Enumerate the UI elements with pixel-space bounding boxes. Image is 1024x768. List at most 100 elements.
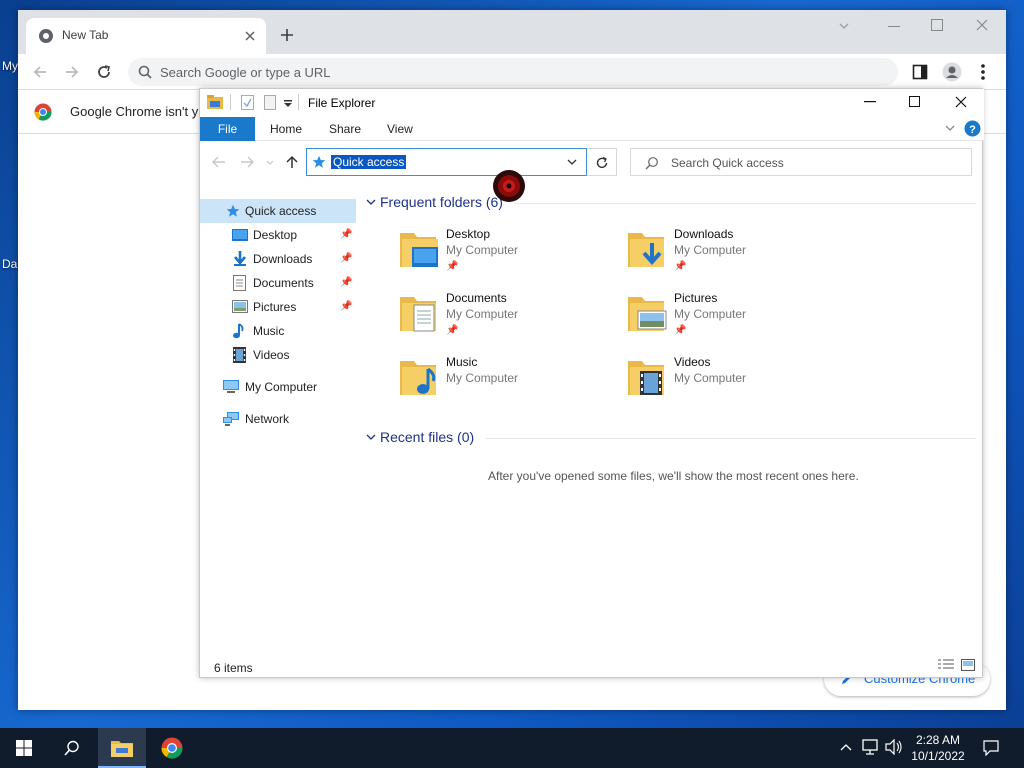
start-button[interactable] <box>0 728 48 768</box>
large-icons-view-icon[interactable] <box>961 659 975 671</box>
star-icon <box>226 204 240 217</box>
reload-icon[interactable] <box>96 64 112 80</box>
pictures-icon <box>232 300 248 313</box>
omnibox[interactable]: Search Google or type a URL <box>128 58 898 86</box>
system-clock[interactable]: 2:28 AM 10/1/2022 <box>906 732 970 764</box>
tab-home[interactable]: Home <box>270 122 302 136</box>
maximize-icon[interactable] <box>909 96 921 108</box>
nav-item-documents[interactable]: Documents 📌 <box>200 271 356 295</box>
back-icon[interactable] <box>32 64 48 80</box>
quick-access-toolbar-dropdown-icon[interactable] <box>284 100 292 108</box>
chrome-logo-icon <box>34 103 52 121</box>
profile-avatar-icon[interactable] <box>942 62 962 82</box>
nav-item-network[interactable]: Network <box>200 407 356 431</box>
folder-location: My Computer <box>674 243 747 257</box>
quick-access-star-icon <box>312 155 326 168</box>
close-tab-icon[interactable] <box>244 30 256 42</box>
folder-tile-music[interactable]: Music My Computer <box>400 355 620 411</box>
nav-item-label: Pictures <box>253 300 297 314</box>
nav-item-my-computer[interactable]: My Computer <box>200 375 356 399</box>
frequent-folders-header[interactable]: Frequent folders (6) <box>364 193 976 213</box>
nav-item-pictures[interactable]: Pictures 📌 <box>200 295 356 319</box>
ribbon-tabs: File Home Share View ? <box>200 117 984 141</box>
chrome-logo-icon <box>161 737 183 759</box>
folder-tile-downloads[interactable]: Downloads My Computer 📌 <box>628 227 848 283</box>
explorer-title-bar: File Explorer <box>200 89 984 117</box>
address-text[interactable]: Quick access <box>331 155 407 169</box>
folder-name: Downloads <box>674 227 734 241</box>
nav-item-videos[interactable]: Videos <box>200 343 356 367</box>
volume-icon[interactable] <box>885 739 903 755</box>
new-folder-icon[interactable] <box>264 95 276 111</box>
film-strip-icon <box>233 347 246 363</box>
close-window-icon[interactable] <box>955 96 967 108</box>
chrome-tab[interactable]: New Tab <box>26 18 266 54</box>
network-status-icon[interactable] <box>862 739 880 755</box>
desktop-icon-label[interactable]: My <box>2 59 18 73</box>
tab-share[interactable]: Share <box>329 122 361 136</box>
up-icon[interactable] <box>286 155 298 169</box>
expand-ribbon-icon[interactable] <box>945 125 955 133</box>
notifications-icon[interactable] <box>983 740 999 756</box>
infobar-message: Google Chrome isn't y <box>70 104 199 119</box>
minimize-icon[interactable] <box>888 26 900 28</box>
svg-text:?: ? <box>969 124 976 136</box>
new-tab-icon[interactable] <box>280 28 294 42</box>
nav-item-label: Videos <box>253 348 290 362</box>
nav-item-downloads[interactable]: Downloads 📌 <box>200 247 356 271</box>
folder-tile-documents[interactable]: Documents My Computer 📌 <box>400 291 620 347</box>
windows-logo-icon <box>16 740 32 756</box>
folder-name: Music <box>446 355 478 369</box>
tab-view[interactable]: View <box>387 122 413 136</box>
folder-tile-desktop[interactable]: Desktop My Computer 📌 <box>400 227 620 283</box>
folder-tile-videos[interactable]: Videos My Computer <box>628 355 848 411</box>
nav-item-quick-access[interactable]: Quick access <box>200 199 356 223</box>
properties-icon[interactable] <box>241 95 255 111</box>
address-dropdown-icon[interactable] <box>567 159 577 166</box>
help-icon[interactable]: ? <box>964 120 981 137</box>
desktop-folder-icon <box>400 233 438 267</box>
nav-item-label: My Computer <box>245 380 318 394</box>
folder-location: My Computer <box>674 371 747 385</box>
details-view-icon[interactable] <box>938 659 954 671</box>
nav-item-desktop[interactable]: Desktop 📌 <box>200 223 356 247</box>
documents-folder-icon <box>400 297 436 332</box>
search-button[interactable] <box>48 728 96 768</box>
nav-item-label: Music <box>253 324 285 338</box>
navigation-bar: Quick access Search Quick access <box>200 141 984 183</box>
recent-files-header[interactable]: Recent files (0) <box>364 428 976 448</box>
download-arrow-icon <box>234 251 246 266</box>
address-bar[interactable]: Quick access <box>306 148 587 176</box>
forward-icon[interactable] <box>240 156 254 168</box>
pin-icon: 📌 <box>340 229 353 240</box>
show-hidden-icons-icon[interactable] <box>840 742 852 752</box>
search-icon <box>64 740 79 756</box>
taskbar-file-explorer[interactable] <box>98 728 146 768</box>
maximize-icon[interactable] <box>931 19 943 31</box>
nav-item-label: Downloads <box>253 252 313 266</box>
chrome-tab-favicon-icon <box>39 29 53 43</box>
pin-icon: 📌 <box>674 261 687 272</box>
search-icon <box>138 65 152 79</box>
chrome-menu-icon[interactable] <box>980 64 986 80</box>
tab-search-icon[interactable] <box>838 20 850 32</box>
document-icon <box>233 275 246 291</box>
search-quick-access-input[interactable]: Search Quick access <box>630 148 972 176</box>
toolbar-divider <box>230 94 231 110</box>
desktop-icon-label[interactable]: Da <box>2 257 17 271</box>
explorer-window-title: File Explorer <box>308 96 376 110</box>
taskbar-chrome[interactable] <box>148 728 196 768</box>
back-icon[interactable] <box>212 156 226 168</box>
refresh-button[interactable] <box>587 148 617 176</box>
tab-file[interactable]: File <box>200 117 255 141</box>
nav-item-music[interactable]: Music <box>200 319 356 343</box>
status-item-count: 6 items <box>214 661 253 675</box>
explorer-app-icon[interactable] <box>207 95 223 109</box>
side-panel-icon[interactable] <box>912 64 928 80</box>
file-explorer-window: File Explorer File Home Share View ? Qui… <box>199 88 984 678</box>
forward-icon[interactable] <box>64 64 80 80</box>
close-window-icon[interactable] <box>976 19 988 31</box>
recent-locations-icon[interactable] <box>266 160 274 166</box>
folder-tile-pictures[interactable]: Pictures My Computer 📌 <box>628 291 848 347</box>
minimize-icon[interactable] <box>864 101 876 103</box>
